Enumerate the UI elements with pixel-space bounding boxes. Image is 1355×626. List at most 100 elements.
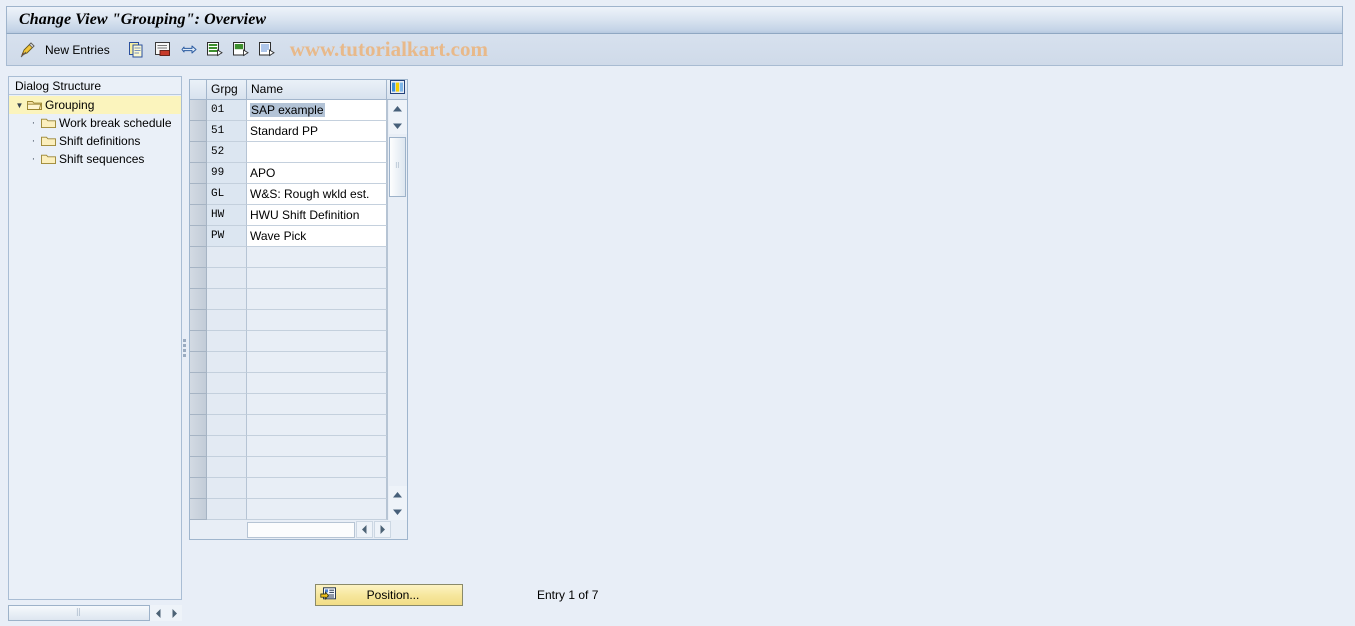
cell-name[interactable]: SAP example bbox=[247, 100, 387, 121]
cell-name[interactable] bbox=[247, 289, 387, 310]
table-row[interactable]: GL W&S: Rough wkld est. bbox=[190, 184, 387, 205]
table-row[interactable]: 52 bbox=[190, 142, 387, 163]
row-select-button[interactable] bbox=[190, 268, 207, 289]
table-select-all-corner[interactable] bbox=[190, 80, 207, 99]
cell-grpg[interactable]: PW bbox=[207, 226, 247, 247]
row-select-button[interactable] bbox=[190, 436, 207, 457]
row-select-button[interactable] bbox=[190, 310, 207, 331]
cell-name[interactable] bbox=[247, 310, 387, 331]
scroll-down-button[interactable] bbox=[388, 117, 407, 134]
table-horizontal-scrollbar[interactable] bbox=[190, 520, 407, 539]
row-select-button[interactable] bbox=[190, 205, 207, 226]
scroll-thumb[interactable]: ⠿ bbox=[389, 137, 406, 197]
tree-scroll-right-button[interactable] bbox=[166, 605, 182, 621]
table-row-empty[interactable] bbox=[190, 373, 387, 394]
undo-button[interactable] bbox=[176, 38, 202, 62]
table-row[interactable]: 51 Standard PP bbox=[190, 121, 387, 142]
cell-name[interactable] bbox=[247, 268, 387, 289]
row-select-button[interactable] bbox=[190, 289, 207, 310]
cell-name[interactable] bbox=[247, 247, 387, 268]
cell-name[interactable] bbox=[247, 436, 387, 457]
row-select-button[interactable] bbox=[190, 457, 207, 478]
new-entries-label[interactable]: New Entries bbox=[41, 43, 116, 57]
column-header-grpg[interactable]: Grpg bbox=[207, 80, 247, 99]
cell-name[interactable]: Wave Pick bbox=[247, 226, 387, 247]
tree-item-shift-definitions[interactable]: · Shift definitions bbox=[9, 132, 181, 150]
edit-button[interactable] bbox=[15, 38, 41, 62]
cell-grpg[interactable]: 52 bbox=[207, 142, 247, 163]
cell-grpg[interactable] bbox=[207, 436, 247, 457]
cell-grpg[interactable]: HW bbox=[207, 205, 247, 226]
row-select-button[interactable] bbox=[190, 373, 207, 394]
table-row[interactable]: PW Wave Pick bbox=[190, 226, 387, 247]
row-select-button[interactable] bbox=[190, 415, 207, 436]
cell-grpg[interactable] bbox=[207, 247, 247, 268]
cell-grpg[interactable]: GL bbox=[207, 184, 247, 205]
cell-grpg[interactable] bbox=[207, 268, 247, 289]
cell-name[interactable] bbox=[247, 499, 387, 520]
chevron-down-icon[interactable]: ▼ bbox=[13, 101, 26, 110]
scroll-up-button[interactable] bbox=[388, 100, 407, 117]
table-row[interactable]: HW HWU Shift Definition bbox=[190, 205, 387, 226]
table-row-empty[interactable] bbox=[190, 352, 387, 373]
table-row[interactable]: 99 APO bbox=[190, 163, 387, 184]
tree-item-grouping[interactable]: ▼ Grouping bbox=[9, 96, 181, 114]
table-vertical-scrollbar[interactable]: ⠿ bbox=[387, 100, 407, 520]
cell-grpg[interactable] bbox=[207, 415, 247, 436]
select-all-button[interactable] bbox=[202, 38, 228, 62]
scroll-page-down-button[interactable] bbox=[388, 503, 407, 520]
table-row-empty[interactable] bbox=[190, 268, 387, 289]
cell-grpg[interactable] bbox=[207, 499, 247, 520]
cell-name[interactable] bbox=[247, 352, 387, 373]
table-row-empty[interactable] bbox=[190, 478, 387, 499]
cell-name[interactable] bbox=[247, 331, 387, 352]
table-scroll-left-button[interactable] bbox=[356, 521, 373, 538]
tree-scroll-thumb[interactable]: ⣿ bbox=[8, 605, 150, 621]
row-select-button[interactable] bbox=[190, 100, 207, 121]
row-select-button[interactable] bbox=[190, 331, 207, 352]
table-row-empty[interactable] bbox=[190, 457, 387, 478]
row-select-button[interactable] bbox=[190, 121, 207, 142]
cell-grpg[interactable] bbox=[207, 289, 247, 310]
table-row-empty[interactable] bbox=[190, 499, 387, 520]
scroll-page-up-button[interactable] bbox=[388, 486, 407, 503]
copy-as-button[interactable] bbox=[124, 38, 150, 62]
cell-name[interactable] bbox=[247, 394, 387, 415]
cell-grpg[interactable] bbox=[207, 457, 247, 478]
table-hscroll-track[interactable] bbox=[247, 521, 355, 538]
cell-grpg[interactable] bbox=[207, 310, 247, 331]
cell-name[interactable] bbox=[247, 142, 387, 163]
table-row-empty[interactable] bbox=[190, 289, 387, 310]
table-row[interactable]: 01 SAP example bbox=[190, 100, 387, 121]
delete-button[interactable] bbox=[150, 38, 176, 62]
cell-name[interactable] bbox=[247, 415, 387, 436]
cell-grpg[interactable] bbox=[207, 331, 247, 352]
cell-name[interactable]: HWU Shift Definition bbox=[247, 205, 387, 226]
cell-name[interactable]: Standard PP bbox=[247, 121, 387, 142]
table-row-empty[interactable] bbox=[190, 331, 387, 352]
row-select-button[interactable] bbox=[190, 352, 207, 373]
row-select-button[interactable] bbox=[190, 394, 207, 415]
cell-grpg[interactable] bbox=[207, 373, 247, 394]
cell-name[interactable] bbox=[247, 478, 387, 499]
cell-name[interactable]: W&S: Rough wkld est. bbox=[247, 184, 387, 205]
tree-item-shift-sequences[interactable]: · Shift sequences bbox=[9, 150, 181, 168]
table-settings-button[interactable] bbox=[387, 80, 407, 99]
tree-scroll-left-button[interactable] bbox=[150, 605, 166, 621]
select-block-button[interactable] bbox=[254, 38, 280, 62]
cell-grpg[interactable]: 99 bbox=[207, 163, 247, 184]
cell-grpg[interactable] bbox=[207, 352, 247, 373]
cell-name[interactable]: APO bbox=[247, 163, 387, 184]
position-button[interactable]: Position... bbox=[315, 584, 463, 606]
cell-name[interactable] bbox=[247, 373, 387, 394]
row-select-button[interactable] bbox=[190, 478, 207, 499]
row-select-button[interactable] bbox=[190, 499, 207, 520]
row-select-button[interactable] bbox=[190, 184, 207, 205]
table-row-empty[interactable] bbox=[190, 310, 387, 331]
table-row-empty[interactable] bbox=[190, 415, 387, 436]
deselect-all-button[interactable] bbox=[228, 38, 254, 62]
table-scroll-right-button[interactable] bbox=[374, 521, 391, 538]
table-row-empty[interactable] bbox=[190, 394, 387, 415]
tree-item-work-break-schedule[interactable]: · Work break schedule bbox=[9, 114, 181, 132]
cell-grpg[interactable]: 51 bbox=[207, 121, 247, 142]
